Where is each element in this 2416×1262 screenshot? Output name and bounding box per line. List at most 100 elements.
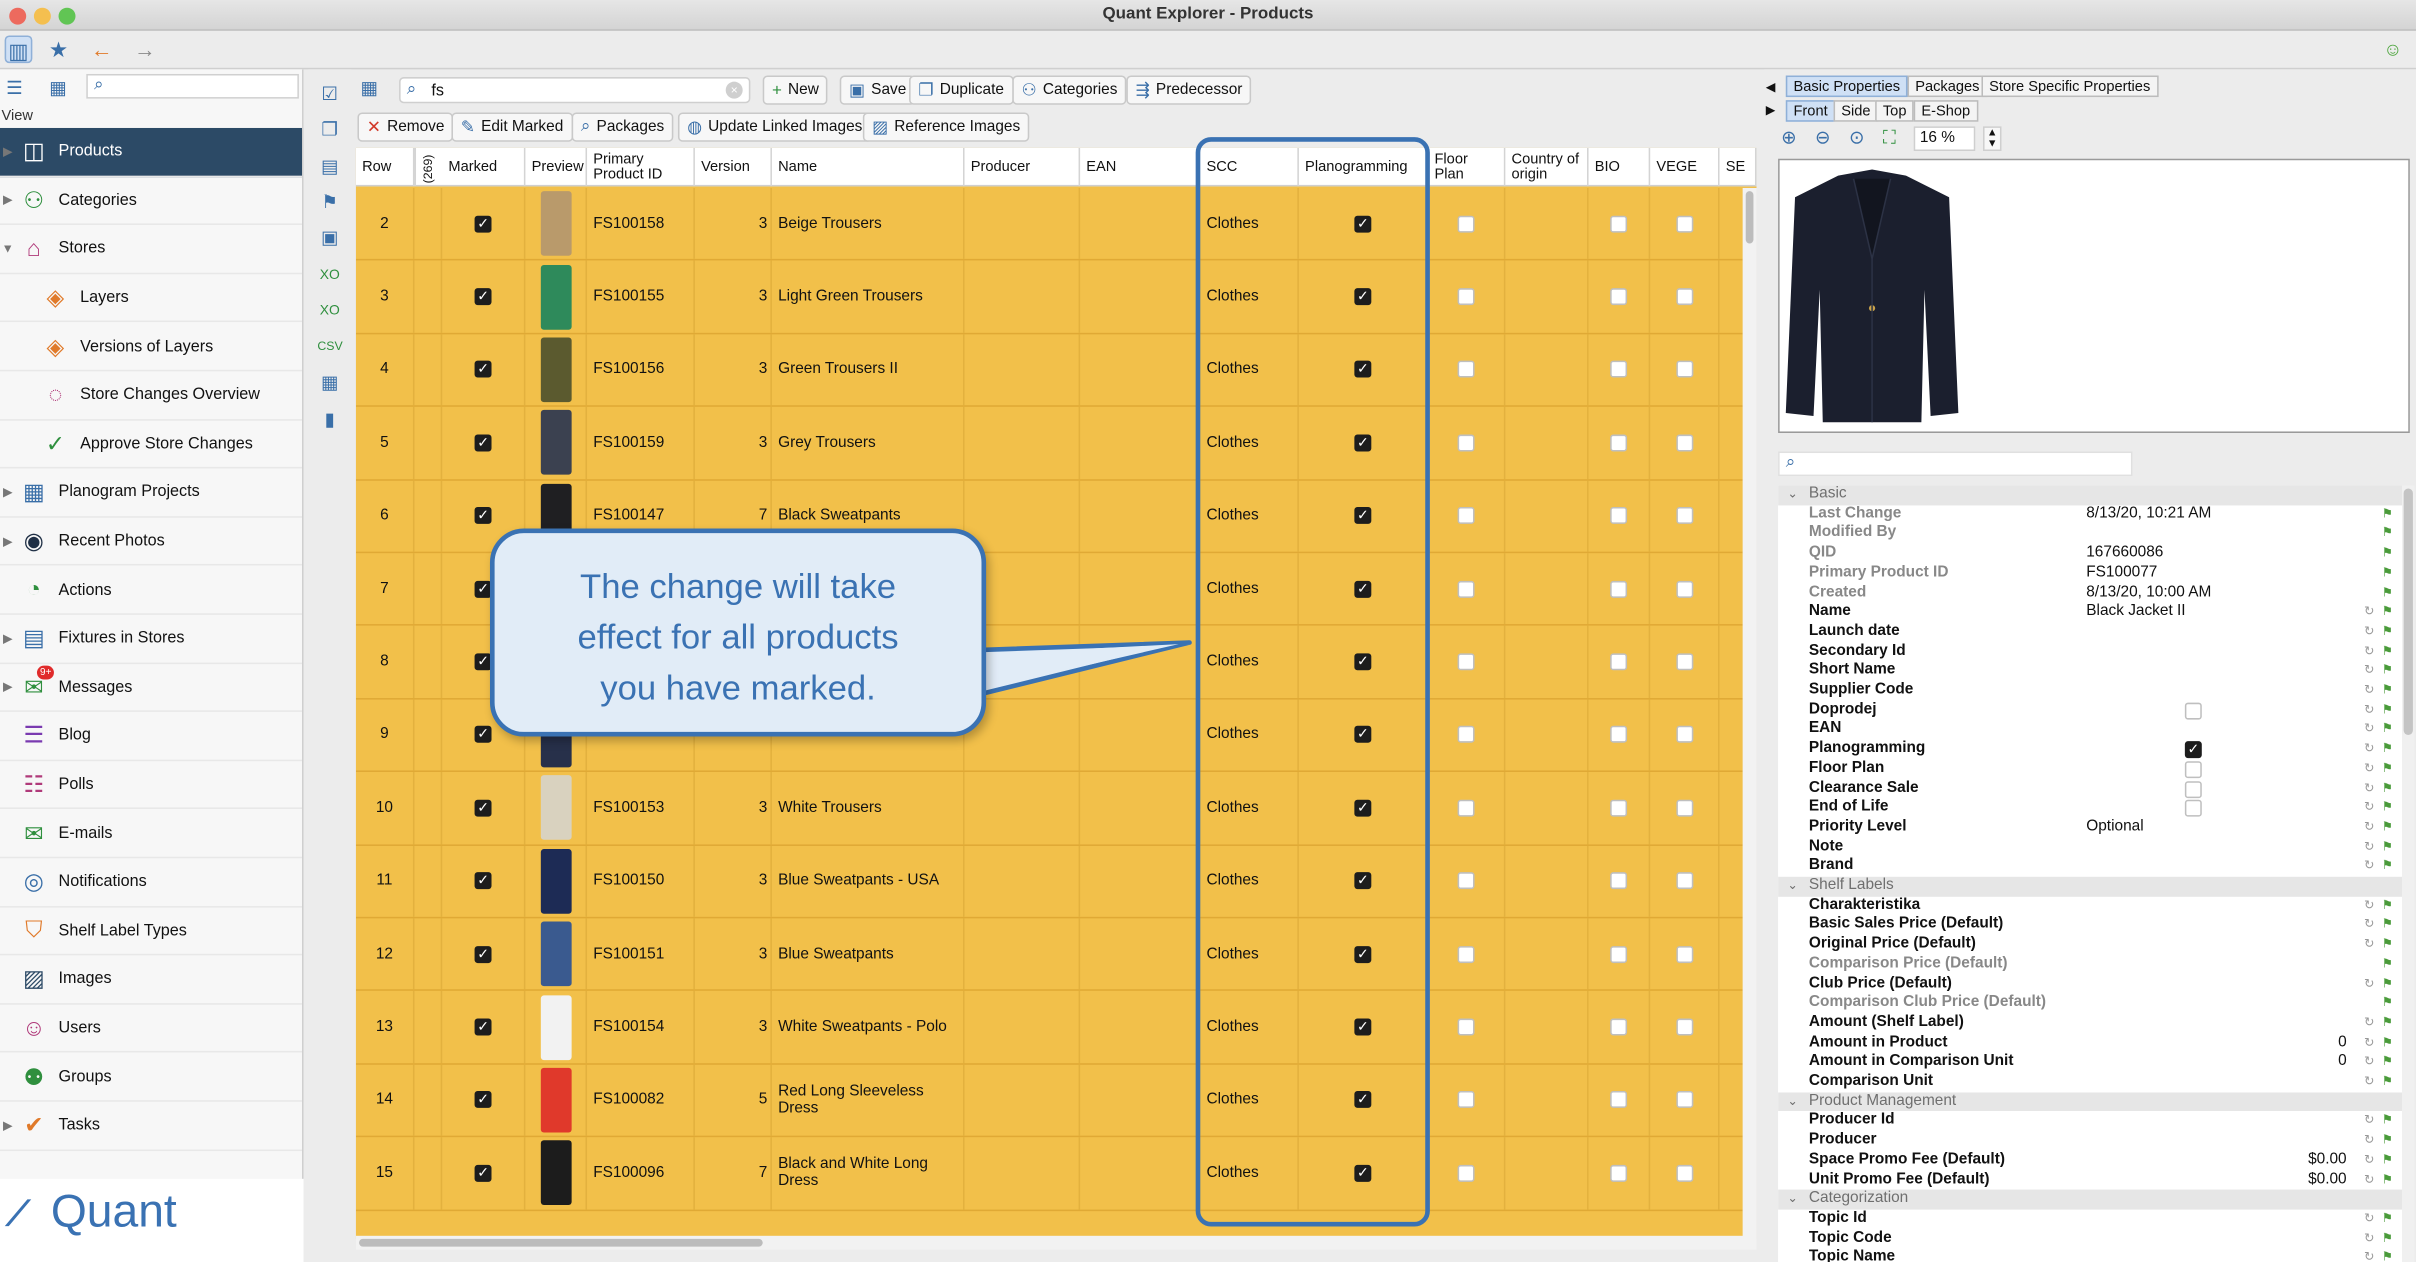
cell-id[interactable]: FS100155 <box>587 261 695 333</box>
cell-count[interactable] <box>414 261 443 333</box>
sync-flag-icon[interactable]: ⚑ <box>2382 759 2393 779</box>
cell-count[interactable] <box>414 845 443 917</box>
cell-country[interactable] <box>1505 261 1589 333</box>
column-header-ean[interactable]: EAN <box>1080 147 1201 187</box>
sync-flag-icon[interactable]: ⚑ <box>2382 1209 2393 1229</box>
property-row[interactable]: Launch date ↻ ⚑ <box>1778 622 2402 642</box>
cell-count[interactable] <box>414 626 443 698</box>
marked-checkbox[interactable]: ✓ <box>474 434 492 452</box>
cell-country[interactable] <box>1505 772 1589 844</box>
marked-checkbox[interactable]: ✓ <box>474 799 492 817</box>
cell-marked[interactable]: ✓ <box>442 918 526 990</box>
cell-floor[interactable] <box>1428 187 1506 260</box>
cell-bio[interactable] <box>1589 626 1651 698</box>
copy-icon[interactable]: ❐ <box>317 117 342 142</box>
cell-ean[interactable] <box>1080 1137 1201 1209</box>
reset-icon[interactable]: ↻ <box>2364 681 2374 701</box>
cell-row[interactable]: 7 <box>356 553 415 625</box>
vege-checkbox[interactable] <box>1675 215 1693 233</box>
reset-icon[interactable]: ↻ <box>2364 818 2374 838</box>
bio-checkbox[interactable] <box>1610 653 1628 671</box>
cell-ean[interactable] <box>1080 772 1201 844</box>
cell-ean[interactable] <box>1080 1064 1201 1136</box>
sync-flag-icon[interactable]: ⚑ <box>2382 916 2393 936</box>
cell-floor[interactable] <box>1428 845 1506 917</box>
property-row[interactable]: Topic Name ↻ ⚑ <box>1778 1249 2402 1262</box>
sync-flag-icon[interactable]: ⚑ <box>2382 681 2393 701</box>
cell-producer[interactable] <box>965 772 1081 844</box>
sync-flag-icon[interactable]: ⚑ <box>2382 564 2393 584</box>
sidebar-item-polls[interactable]: ☷ Polls <box>0 761 302 810</box>
cell-version[interactable]: 7 <box>695 1137 772 1209</box>
cell-country[interactable] <box>1505 699 1589 771</box>
cell-row[interactable]: 11 <box>356 845 415 917</box>
cell-floor[interactable] <box>1428 772 1506 844</box>
property-row[interactable]: Topic Code ↻ ⚑ <box>1778 1229 2402 1249</box>
tab-side[interactable]: Side <box>1833 100 1879 122</box>
cell-preview[interactable] <box>525 991 588 1063</box>
cell-floor[interactable] <box>1428 261 1506 333</box>
reset-icon[interactable]: ↻ <box>2364 622 2374 642</box>
cell-marked[interactable]: ✓ <box>442 1137 526 1209</box>
sidebar-item-messages[interactable]: ▶ ✉ 9+ Messages <box>0 664 302 713</box>
new-button[interactable]: + New <box>762 75 829 105</box>
sidebar-item-groups[interactable]: ⚉ Groups <box>0 1053 302 1102</box>
property-row[interactable]: Basic Sales Price (Default) ↻ ⚑ <box>1778 916 2402 936</box>
sync-flag-icon[interactable]: ⚑ <box>2382 1170 2393 1190</box>
property-row[interactable]: Brand ↻ ⚑ <box>1778 857 2402 877</box>
cell-bio[interactable] <box>1589 407 1651 479</box>
property-row[interactable]: Comparison Price (Default) ⚑ <box>1778 955 2402 975</box>
sidebar-layout-icon[interactable]: ▦ <box>49 77 66 99</box>
sync-flag-icon[interactable]: ⚑ <box>2382 662 2393 682</box>
floor-checkbox[interactable] <box>1457 361 1475 379</box>
forward-arrow-icon[interactable]: → <box>131 35 159 63</box>
tab-front[interactable]: Front <box>1785 100 1836 122</box>
cell-ean[interactable] <box>1080 334 1201 406</box>
packages-button[interactable]: ⌕ Packages <box>571 112 674 142</box>
cell-ean[interactable] <box>1080 991 1201 1063</box>
property-row[interactable]: Amount in Comparison Unit 0 ↻ ⚑ <box>1778 1053 2402 1073</box>
clear-search-icon[interactable]: × <box>725 81 743 99</box>
floor-checkbox[interactable] <box>1457 872 1475 890</box>
table-row[interactable]: 3 ✓ FS100155 3 Light Green Trousers Clothes ✓ <box>355 261 1743 335</box>
reset-icon[interactable]: ↻ <box>2364 1229 2374 1249</box>
cell-row[interactable]: 4 <box>356 334 415 406</box>
zoom-reset-icon[interactable]: ⊙ <box>1849 126 1865 148</box>
cell-id[interactable]: FS100150 <box>587 845 695 917</box>
cell-floor[interactable] <box>1428 918 1506 990</box>
property-row[interactable]: Supplier Code ↻ ⚑ <box>1778 681 2402 701</box>
cell-name[interactable]: Grey Trousers <box>772 407 965 479</box>
cell-count[interactable] <box>414 918 443 990</box>
reset-icon[interactable]: ↻ <box>2364 1053 2374 1073</box>
marked-checkbox[interactable]: ✓ <box>474 653 492 671</box>
sidebar-item-actions[interactable]: ◔ Actions <box>0 566 302 615</box>
reset-icon[interactable]: ↻ <box>2364 1170 2374 1190</box>
cell-ean[interactable] <box>1080 553 1201 625</box>
cell-vege[interactable] <box>1650 845 1720 917</box>
marked-checkbox[interactable]: ✓ <box>474 945 492 963</box>
cell-name[interactable]: Beige Trousers <box>772 187 965 260</box>
cell-country[interactable] <box>1505 1064 1589 1136</box>
property-row[interactable]: Topic Id ↻ ⚑ <box>1778 1209 2402 1229</box>
property-row[interactable]: Planogramming ✓ ↻ ⚑ <box>1778 740 2402 760</box>
column-header-vege[interactable]: VEGE <box>1650 147 1720 187</box>
sync-flag-icon[interactable]: ⚑ <box>2382 1014 2393 1034</box>
cell-floor[interactable] <box>1428 1137 1506 1209</box>
cell-vege[interactable] <box>1650 772 1720 844</box>
sync-flag-icon[interactable]: ⚑ <box>2382 798 2393 818</box>
reset-icon[interactable]: ↻ <box>2364 740 2374 760</box>
cell-floor[interactable] <box>1428 1064 1506 1136</box>
tree-toggle-icon[interactable]: ▶ <box>0 680 15 694</box>
bio-checkbox[interactable] <box>1610 799 1628 817</box>
cell-vege[interactable] <box>1650 334 1720 406</box>
edit-marked-button[interactable]: ✎ Edit Marked <box>451 112 573 142</box>
floor-checkbox[interactable] <box>1457 1091 1475 1109</box>
vege-checkbox[interactable] <box>1675 361 1693 379</box>
property-checkbox[interactable] <box>2184 800 2202 817</box>
cell-preview[interactable] <box>525 261 588 333</box>
sync-flag-icon[interactable]: ⚑ <box>2382 935 2393 955</box>
sync-flag-icon[interactable]: ⚑ <box>2382 838 2393 858</box>
cell-row[interactable]: 2 <box>356 187 415 260</box>
sync-flag-icon[interactable]: ⚑ <box>2382 994 2393 1014</box>
marked-checkbox[interactable]: ✓ <box>474 1091 492 1109</box>
